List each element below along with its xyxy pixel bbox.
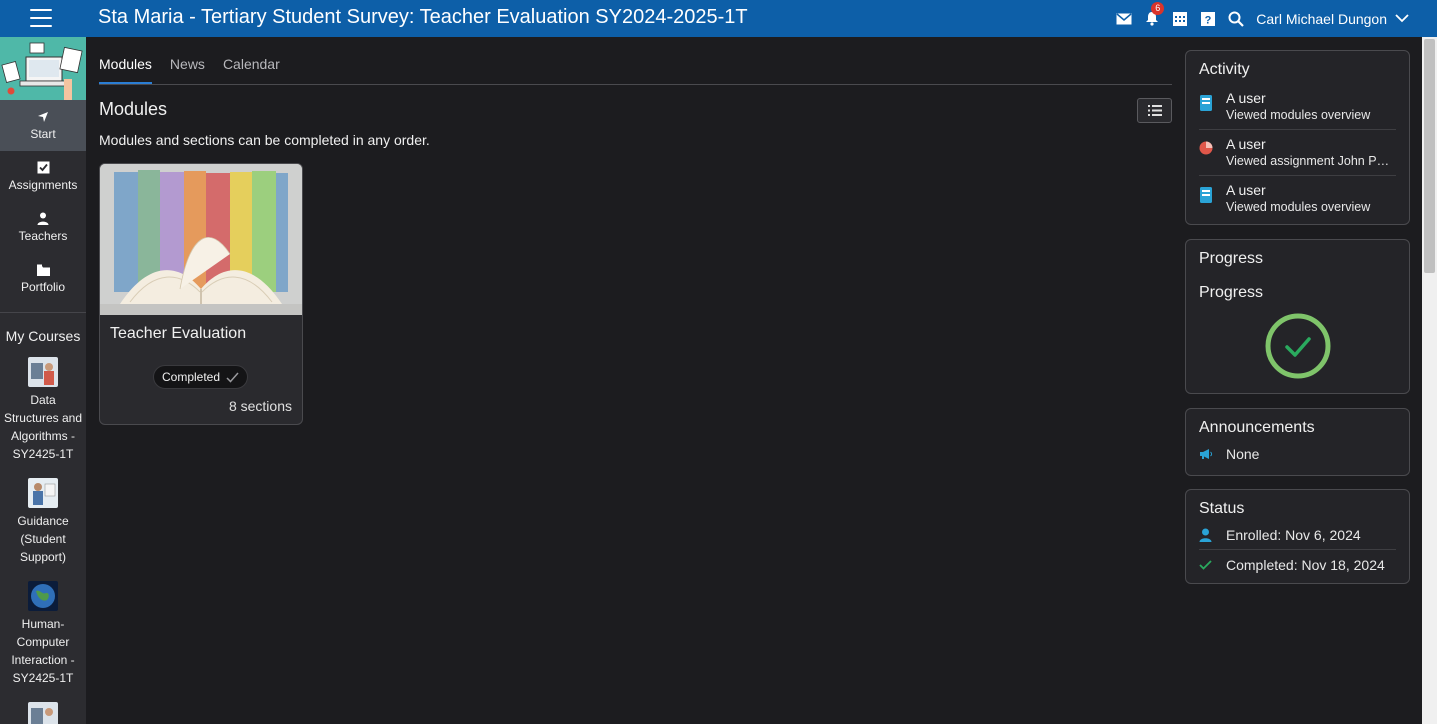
- progress-complete-icon: [1265, 313, 1330, 379]
- navigate-icon: [38, 111, 48, 122]
- activity-user: A user: [1226, 90, 1266, 106]
- progress-title: Progress: [1199, 250, 1264, 267]
- modules-header: Modules: [99, 98, 1172, 139]
- modules-heading: Modules: [99, 99, 168, 119]
- tab-calendar[interactable]: Calendar: [223, 56, 280, 84]
- person-icon: [1199, 528, 1212, 542]
- my-courses-heading: My Courses: [5, 328, 81, 344]
- activity-panel: Activity A user Viewed modules overview A…: [1185, 50, 1410, 225]
- course-item[interactable]: [0, 699, 86, 724]
- search-icon[interactable]: [1222, 0, 1250, 37]
- main-content: Modules News Calendar Modules Modules an…: [99, 37, 1172, 425]
- course-item[interactable]: Guidance (Student Support): [0, 475, 86, 578]
- sidebar-item-teachers[interactable]: Teachers: [0, 202, 86, 253]
- course-logo[interactable]: [0, 37, 86, 100]
- activity-title: Activity: [1199, 61, 1250, 78]
- status-panel: Status Enrolled: Nov 6, 2024 Completed: …: [1185, 489, 1410, 584]
- activity-user: A user: [1226, 182, 1266, 198]
- sidebar-item-start[interactable]: Start: [0, 100, 86, 151]
- completed-label: Completed: [162, 370, 221, 384]
- course-item[interactable]: Human-Computer Interaction - SY2425-1T: [0, 578, 86, 699]
- folder-icon: [36, 264, 50, 276]
- sidebar-item-label: Portfolio: [20, 279, 66, 294]
- activity-item[interactable]: A user Viewed modules overview: [1199, 180, 1396, 221]
- sidebar-item-portfolio[interactable]: Portfolio: [0, 253, 86, 304]
- top-actions: 6 ? Carl Michael Dungon: [1110, 0, 1409, 37]
- module-sections-count: 8 sections: [228, 398, 292, 414]
- page-title: Sta Maria - Tertiary Student Survey: Tea…: [98, 6, 748, 28]
- course-name: Human-Computer Interaction - SY2425-1T: [11, 617, 75, 685]
- left-sidebar: Start Assignments Teachers Portfolio My …: [0, 37, 86, 724]
- course-thumbnail: [28, 581, 58, 611]
- hamburger-menu-icon[interactable]: [30, 9, 52, 27]
- activity-description: Viewed modules overview: [1226, 108, 1371, 122]
- bell-icon[interactable]: 6: [1138, 0, 1166, 37]
- activity-description: Viewed assignment John Paul ...: [1226, 154, 1396, 168]
- megaphone-icon: [1200, 449, 1213, 459]
- activity-item[interactable]: A user Viewed assignment John Paul ...: [1199, 134, 1396, 176]
- person-icon: [37, 212, 49, 225]
- course-item[interactable]: Data Structures and Algorithms - SY2425-…: [0, 354, 86, 475]
- announcement-text: None: [1226, 446, 1260, 462]
- completed-date: Completed: Nov 18, 2024: [1226, 557, 1385, 573]
- chevron-down-icon[interactable]: [1395, 12, 1409, 26]
- tab-news[interactable]: News: [170, 56, 205, 84]
- mail-icon[interactable]: [1110, 0, 1138, 37]
- user-menu[interactable]: Carl Michael Dungon: [1256, 11, 1387, 27]
- tab-bar: Modules News Calendar: [99, 37, 1172, 85]
- status-title: Status: [1199, 500, 1245, 517]
- checkbox-icon: [37, 161, 49, 174]
- activity-description: Viewed modules overview: [1226, 200, 1371, 214]
- status-enrolled: Enrolled: Nov 6, 2024: [1199, 527, 1396, 549]
- top-bar: Sta Maria - Tertiary Student Survey: Tea…: [0, 0, 1437, 37]
- activity-user: A user: [1226, 136, 1266, 152]
- course-thumbnail: [28, 357, 58, 387]
- sidebar-item-label: Assignments: [8, 178, 78, 192]
- sidebar-item-label: Teachers: [18, 229, 68, 243]
- calendar-icon[interactable]: [1166, 0, 1194, 37]
- tab-modules[interactable]: Modules: [99, 56, 152, 84]
- assignment-icon: [1199, 141, 1213, 155]
- module-card[interactable]: Teacher Evaluation Completed 8 sections: [99, 163, 303, 425]
- course-thumbnail: [28, 702, 58, 724]
- help-icon[interactable]: ?: [1194, 0, 1222, 37]
- course-thumbnail: [28, 478, 58, 508]
- enrolled-date: Enrolled: Nov 6, 2024: [1226, 527, 1361, 543]
- notification-badge: 6: [1151, 2, 1165, 15]
- progress-panel: Progress Progress: [1185, 239, 1410, 394]
- page-scrollbar[interactable]: [1422, 37, 1437, 724]
- progress-subtitle: Progress: [1199, 284, 1264, 301]
- module-card-title: Teacher Evaluation: [110, 325, 247, 342]
- list-icon: [1147, 105, 1162, 116]
- activity-item[interactable]: A user Viewed modules overview: [1199, 88, 1396, 130]
- sidebar-item-label: Start: [30, 126, 56, 141]
- announcements-panel: Announcements None: [1185, 408, 1410, 476]
- course-name: Guidance (Student Support): [17, 514, 69, 564]
- scrollbar-thumb[interactable]: [1424, 39, 1435, 273]
- module-card-image: [100, 164, 302, 315]
- svg-text:?: ?: [1205, 14, 1212, 26]
- module-icon: [1200, 187, 1212, 203]
- module-icon: [1200, 95, 1212, 111]
- check-icon: [226, 372, 239, 383]
- status-completed: Completed: Nov 18, 2024: [1199, 549, 1396, 579]
- check-icon: [1199, 560, 1212, 570]
- list-view-button[interactable]: [1137, 98, 1172, 123]
- sidebar-item-assignments[interactable]: Assignments: [0, 151, 86, 202]
- announcement-item: None: [1199, 446, 1396, 468]
- announcements-title: Announcements: [1199, 419, 1315, 436]
- completed-badge: Completed: [153, 365, 249, 389]
- course-name: Data Structures and Algorithms - SY2425-…: [3, 393, 83, 461]
